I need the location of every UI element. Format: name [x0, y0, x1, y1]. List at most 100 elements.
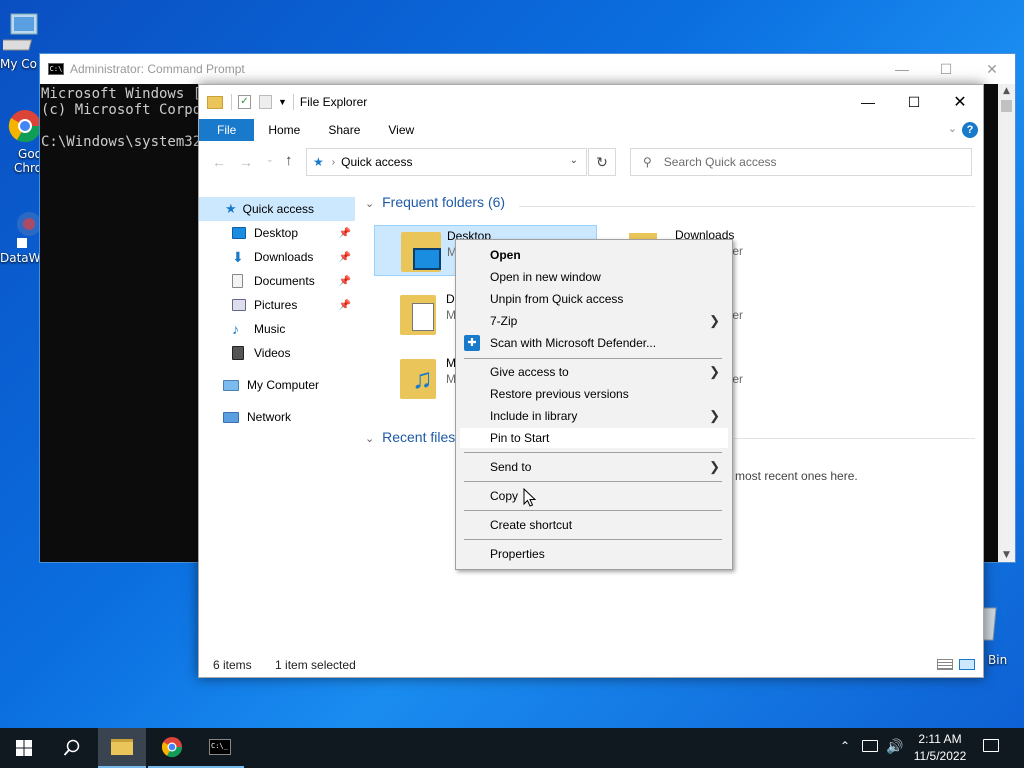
nav-label: My Computer: [247, 378, 320, 392]
pin-icon: 📌: [338, 251, 351, 263]
divider: [292, 94, 294, 110]
cmd-close-button[interactable]: ✕: [969, 54, 1015, 84]
explorer-titlebar[interactable]: ✓ ▼ File Explorer — ☐ ✕: [199, 85, 983, 119]
cmd-maximize-button[interactable]: ☐: [923, 54, 969, 84]
show-hidden-icons-icon[interactable]: ⌃: [840, 739, 850, 753]
music-note-icon: ♪: [232, 321, 239, 337]
tab-file[interactable]: File: [199, 119, 255, 141]
download-arrow-icon: ⬇: [232, 248, 244, 265]
scroll-down-icon[interactable]: ▼: [998, 550, 1015, 560]
submenu-arrow-icon: ❯: [709, 408, 720, 423]
picture-icon: [232, 299, 246, 311]
properties-icon[interactable]: ✓: [238, 95, 251, 109]
nav-label: Network: [247, 410, 292, 424]
notifications-icon[interactable]: [983, 739, 999, 752]
menu-item-include-library[interactable]: Include in library ❯: [490, 406, 724, 426]
back-arrow-icon[interactable]: ←: [212, 154, 226, 170]
menu-item-send-to[interactable]: Send to ❯: [490, 457, 724, 477]
chevron-down-icon[interactable]: ▼: [278, 97, 287, 107]
help-icon[interactable]: ?: [962, 122, 978, 138]
nav-item-quick-access[interactable]: ★ Quick access: [199, 197, 355, 221]
cmd-minimize-button[interactable]: —: [879, 54, 925, 84]
status-selected: 1 item selected: [275, 658, 356, 672]
desktop-icon-dataw[interactable]: DataW: [0, 208, 42, 265]
menu-item-properties[interactable]: Properties: [490, 544, 724, 564]
nav-label: Videos: [254, 346, 291, 360]
search-placeholder: Search Quick access: [663, 155, 777, 169]
clock-time: 2:11 AM: [918, 732, 962, 746]
nav-item-pictures[interactable]: Pictures 📌: [199, 293, 355, 317]
desktop-icon-recycle-bin[interactable]: Bin: [979, 606, 1024, 667]
volume-icon[interactable]: 🔊: [886, 738, 903, 755]
up-arrow-icon[interactable]: ↑: [285, 152, 293, 169]
search-input[interactable]: ⚲ Search Quick access: [630, 148, 972, 176]
nav-label: Music: [254, 322, 286, 336]
taskbar-cmd[interactable]: C:\_: [196, 728, 244, 768]
nav-item-music[interactable]: ♪ Music: [199, 317, 355, 341]
large-icons-view-icon[interactable]: [959, 659, 975, 670]
menu-label: Send to: [490, 460, 532, 474]
details-view-icon[interactable]: [937, 659, 953, 670]
menu-item-open-new-window[interactable]: Open in new window: [490, 267, 724, 287]
explorer-close-button[interactable]: ✕: [937, 87, 983, 117]
context-menu: Open Open in new window Unpin from Quick…: [455, 239, 733, 570]
taskbar-chrome[interactable]: [148, 728, 196, 768]
desktop-icon-label: Chro: [14, 161, 42, 175]
explorer-minimize-button[interactable]: —: [845, 87, 891, 117]
forward-arrow-icon[interactable]: →: [239, 154, 253, 170]
menu-item-create-shortcut[interactable]: Create shortcut: [490, 515, 724, 535]
desktop-overlay-icon: [413, 248, 441, 270]
search-button[interactable]: [48, 728, 96, 768]
refresh-button[interactable]: ↻: [588, 148, 616, 176]
frequent-folders-header[interactable]: ⌄ Frequent folders (6): [365, 194, 505, 210]
nav-item-desktop[interactable]: Desktop 📌: [199, 221, 355, 245]
nav-item-videos[interactable]: Videos: [199, 341, 355, 365]
computer-icon: [223, 379, 239, 391]
nav-item-documents[interactable]: Documents 📌: [199, 269, 355, 293]
chevron-down-icon[interactable]: ⌄: [570, 155, 578, 166]
status-bar: 6 items 1 item selected: [213, 658, 356, 672]
cmd-icon: C:\: [48, 63, 64, 75]
menu-item-pin-to-start[interactable]: Pin to Start: [460, 428, 728, 448]
scroll-thumb[interactable]: [1001, 100, 1012, 112]
recent-locations-icon[interactable]: ⌄: [266, 154, 274, 165]
taskbar-file-explorer[interactable]: [98, 728, 146, 768]
tab-view[interactable]: View: [374, 119, 428, 141]
address-chevron-icon[interactable]: ›: [332, 157, 335, 168]
cmd-icon: C:\_: [209, 739, 231, 755]
address-bar-row: ← → ⌄ ↑ ★ › Quick access ⌄ ↻ ⚲ Search Qu…: [199, 147, 983, 177]
pin-icon: 📌: [338, 275, 351, 287]
address-box[interactable]: ★ › Quick access ⌄: [306, 148, 587, 176]
pin-icon: 📌: [338, 299, 351, 311]
desktop-icon-label: DataW: [0, 251, 41, 265]
cmd-titlebar[interactable]: C:\ Administrator: Command Prompt — ☐ ✕: [40, 54, 1015, 84]
cmd-scrollbar[interactable]: ▲ ▼: [998, 84, 1015, 562]
menu-item-scan-defender[interactable]: ✚ Scan with Microsoft Defender...: [464, 333, 724, 353]
clock[interactable]: 2:11 AM 11/5/2022: [908, 731, 972, 765]
menu-item-7zip[interactable]: 7-Zip ❯: [490, 311, 724, 331]
scroll-up-icon[interactable]: ▲: [998, 86, 1015, 96]
tab-share[interactable]: Share: [314, 119, 374, 141]
tab-home[interactable]: Home: [254, 119, 314, 141]
menu-item-unpin[interactable]: Unpin from Quick access: [490, 289, 724, 309]
expand-ribbon-icon[interactable]: ⌄: [948, 122, 957, 135]
recent-files-header[interactable]: ⌄ Recent files: [365, 429, 455, 445]
star-icon: ★: [225, 201, 237, 216]
nav-item-my-computer[interactable]: My Computer: [199, 373, 355, 397]
document-icon: [412, 303, 434, 331]
desktop-icon-chrome[interactable]: Goo Chro: [0, 108, 42, 175]
menu-item-open[interactable]: Open: [490, 245, 724, 265]
network-icon: [223, 411, 239, 423]
desktop-icon-label: Goo: [18, 147, 42, 161]
menu-item-give-access[interactable]: Give access to ❯: [490, 362, 724, 382]
network-icon[interactable]: [862, 740, 878, 752]
nav-item-downloads[interactable]: ⬇ Downloads 📌: [199, 245, 355, 269]
desktop-icon-label: Bin: [988, 653, 1008, 667]
nav-item-network[interactable]: Network: [199, 405, 355, 429]
explorer-maximize-button[interactable]: ☐: [891, 87, 937, 117]
defender-shield-icon: ✚: [464, 335, 480, 351]
menu-item-restore-versions[interactable]: Restore previous versions: [490, 384, 724, 404]
start-button[interactable]: [0, 728, 48, 768]
database-icon: [17, 212, 41, 248]
new-folder-icon[interactable]: [259, 95, 272, 109]
